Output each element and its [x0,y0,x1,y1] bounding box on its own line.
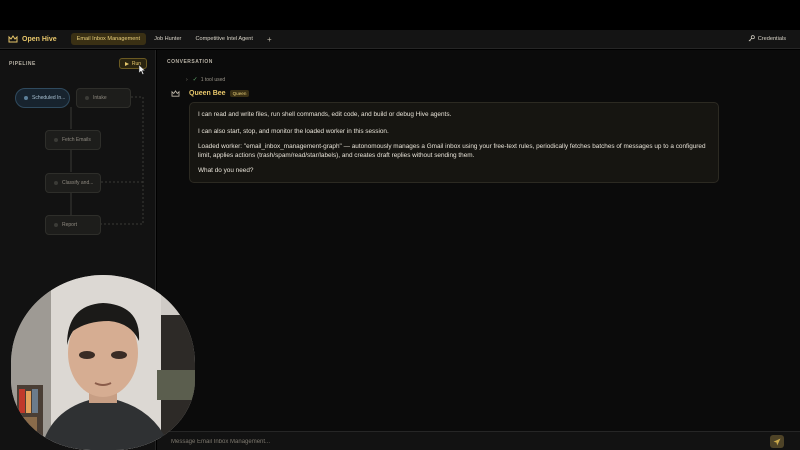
node-label: Classify and... [62,180,94,186]
tab-job-hunter[interactable]: Job Hunter [148,33,187,45]
node-status-dot [54,138,58,142]
message-composer [157,431,800,450]
message-paragraph: What do you need? [198,167,254,174]
tool-usage-toggle[interactable]: › ✓ 1 tool used [186,76,226,84]
node-label: Report [62,222,78,228]
node-status-dot [85,96,89,100]
conversation-heading: CONVERSATION [167,59,213,65]
pipeline-node-scheduled[interactable]: Scheduled In... [15,88,70,108]
message-paragraph: I can also start, stop, and monitor the … [198,128,389,135]
conversation-panel: CONVERSATION › ✓ 1 tool used Queen Bee Q… [157,50,800,450]
message-paragraph: I can read and write files, run shell co… [198,111,452,118]
sender-name: Queen Bee [189,90,226,97]
tool-usage-summary: 1 tool used [200,76,226,83]
node-status-dot [54,181,58,185]
new-tab-button[interactable]: + [261,35,278,44]
message-input[interactable] [171,435,761,448]
tab-competitive-intel-agent[interactable]: Competitive Intel Agent [189,33,259,45]
node-label: Intake [93,95,107,101]
node-label: Fetch Emails [62,137,91,143]
brand[interactable]: Open Hive [8,35,57,43]
credentials-label: Credentials [757,35,786,42]
video-letterbox-top [0,0,800,30]
pipeline-node-intake[interactable]: Intake [76,88,131,108]
check-icon: ✓ [192,77,198,83]
assistant-message: I can read and write files, run shell co… [189,102,719,183]
role-badge: Queen [229,90,250,97]
webcam-overlay [11,275,195,450]
crown-icon [8,35,18,43]
node-label: Scheduled In... [32,95,66,101]
message-paragraph: Loaded worker: "email_inbox_management-g… [198,143,706,159]
node-status-dot [24,96,28,100]
crown-icon [171,90,180,97]
node-status-dot [54,223,58,227]
pipeline-node-classify[interactable]: Classify and... [45,173,101,193]
top-nav-bar: Open Hive Email Inbox Management Job Hun… [0,30,800,49]
credentials-button[interactable]: Credentials [748,35,786,42]
tab-email-inbox-management[interactable]: Email Inbox Management [70,33,147,45]
pipeline-node-fetch-emails[interactable]: Fetch Emails [45,130,101,150]
key-icon [748,35,755,42]
message-sender: Queen Bee Queen [171,90,250,97]
chevron-right-icon: › [186,76,188,83]
pipeline-node-report[interactable]: Report [45,215,101,235]
send-icon [773,438,781,445]
send-button[interactable] [770,435,784,448]
presenter-video [11,275,195,450]
brand-name: Open Hive [22,35,57,43]
